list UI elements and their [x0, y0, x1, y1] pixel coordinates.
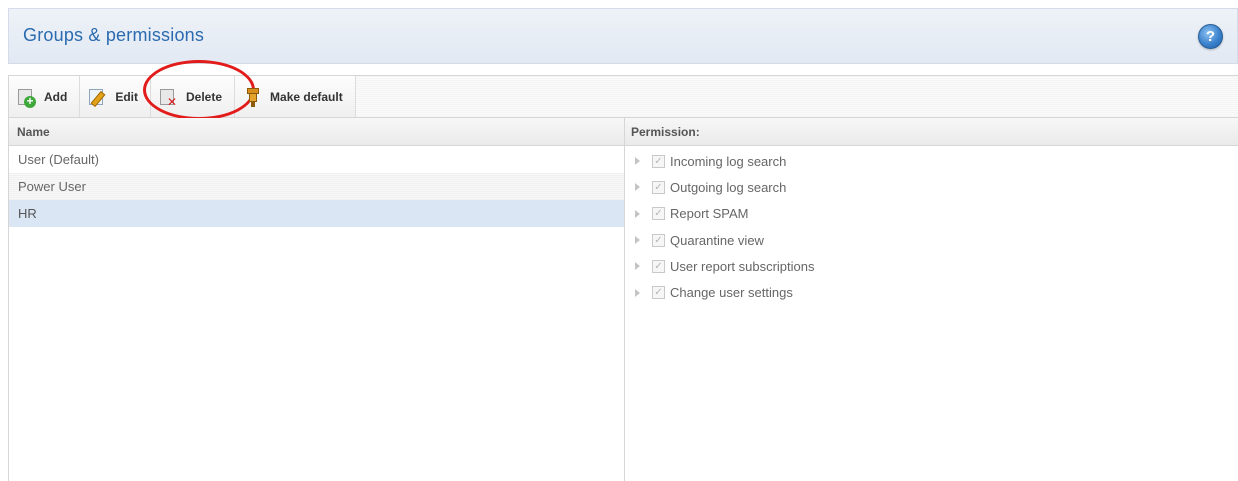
- page-title: Groups & permissions: [23, 25, 205, 45]
- permission-list: ✓ Incoming log search ✓ Outgoing log sea…: [625, 146, 1238, 306]
- delete-button[interactable]: Delete: [143, 60, 255, 120]
- permission-checkbox[interactable]: ✓: [652, 259, 665, 273]
- permission-item: ✓ Quarantine view: [625, 227, 1238, 253]
- permission-label: Outgoing log search: [670, 179, 787, 195]
- edit-icon: [88, 88, 106, 106]
- permission-label: Change user settings: [670, 285, 793, 301]
- group-row-power-user[interactable]: Power User: [9, 173, 624, 200]
- pin-icon: [243, 87, 261, 106]
- expand-arrow-icon[interactable]: [635, 209, 640, 218]
- permission-label: Incoming log search: [670, 153, 787, 169]
- permission-item: ✓ User report subscriptions: [625, 253, 1238, 279]
- permission-checkbox[interactable]: ✓: [652, 233, 665, 247]
- toolbar: Add Edit Delete Make default: [9, 60, 1238, 120]
- expand-arrow-icon[interactable]: [635, 262, 640, 271]
- make-default-button-label: Make default: [270, 89, 343, 104]
- permission-label: Report SPAM: [670, 206, 749, 222]
- permission-item: ✓ Report SPAM: [625, 201, 1238, 227]
- page-header: Groups & permissions ?: [8, 8, 1238, 64]
- add-button[interactable]: Add: [9, 76, 81, 117]
- permission-checkbox[interactable]: ✓: [652, 286, 665, 300]
- edit-button[interactable]: Edit: [80, 76, 151, 117]
- delete-button-label: Delete: [186, 89, 223, 104]
- permission-label: Quarantine view: [670, 232, 764, 248]
- group-row-hr[interactable]: HR: [9, 200, 624, 227]
- add-button-label: Add: [44, 89, 68, 104]
- permissions-tree: Permission: ✓ Incoming log search ✓ Outg…: [625, 118, 1238, 481]
- groups-list: Name User (Default) Power User HR: [9, 118, 625, 481]
- permission-label: User report subscriptions: [670, 258, 815, 274]
- delete-icon: [159, 88, 178, 108]
- make-default-button[interactable]: Make default: [235, 76, 356, 117]
- permission-checkbox[interactable]: ✓: [652, 154, 665, 168]
- add-icon: [17, 88, 36, 108]
- expand-arrow-icon[interactable]: [635, 236, 640, 245]
- permission-item: ✓ Outgoing log search: [625, 174, 1238, 200]
- groups-panel: Add Edit Delete Make default Name User (…: [8, 60, 1238, 481]
- expand-arrow-icon[interactable]: [635, 183, 640, 192]
- name-column-header[interactable]: Name: [9, 118, 624, 146]
- permission-item: ✓ Change user settings: [625, 279, 1238, 305]
- help-icon[interactable]: ?: [1198, 24, 1223, 49]
- expand-arrow-icon[interactable]: [635, 288, 640, 297]
- permission-checkbox[interactable]: ✓: [652, 180, 665, 194]
- permission-column-header: Permission:: [625, 118, 1238, 146]
- permission-item: ✓ Incoming log search: [625, 148, 1238, 174]
- expand-arrow-icon[interactable]: [635, 157, 640, 166]
- edit-button-label: Edit: [115, 89, 138, 104]
- group-row-user-default[interactable]: User (Default): [9, 146, 624, 173]
- permission-checkbox[interactable]: ✓: [652, 207, 665, 221]
